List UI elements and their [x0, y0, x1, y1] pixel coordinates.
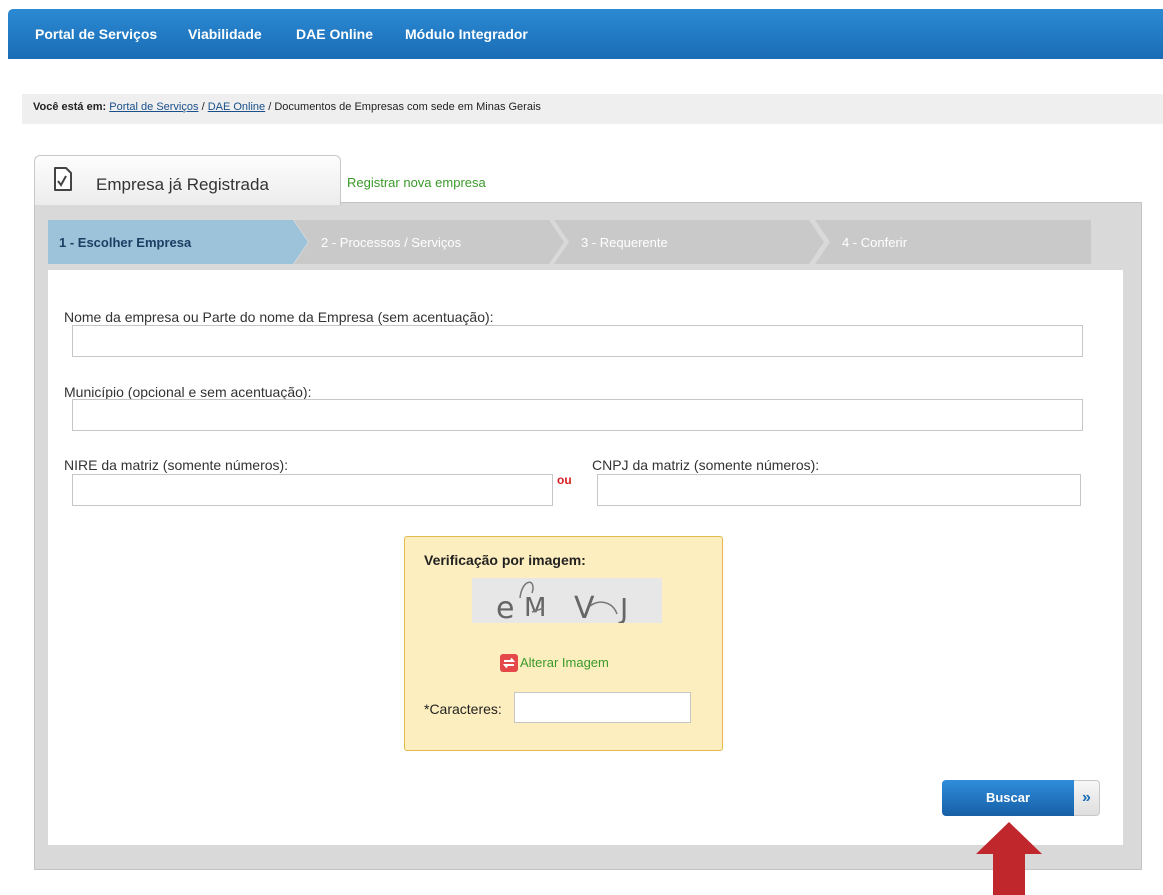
nire-input[interactable]	[72, 474, 553, 506]
company-name-label: Nome da empresa ou Parte do nome da Empr…	[64, 309, 494, 325]
caracteres-input[interactable]	[514, 692, 691, 723]
tab-registrar-nova-empresa[interactable]: Registrar nova empresa	[347, 175, 486, 190]
municipality-input[interactable]	[72, 399, 1083, 431]
captcha-char-3: V	[574, 591, 595, 623]
double-chevron-right-icon[interactable]: »	[1074, 780, 1100, 816]
nav-item-modulo-integrador[interactable]: Módulo Integrador	[405, 26, 528, 42]
refresh-icon[interactable]	[500, 654, 518, 672]
document-check-icon	[54, 167, 72, 191]
captcha-char-1: e	[496, 591, 514, 623]
company-name-input[interactable]	[72, 325, 1083, 357]
breadcrumb-current: / Documentos de Empresas com sede em Min…	[268, 101, 541, 113]
breadcrumb: Você está em: Portal de Serviços / DAE O…	[22, 94, 1163, 124]
step-conferir-label: 4 - Conferir	[842, 235, 908, 250]
or-separator: ou	[557, 473, 572, 487]
step-processos-servicos: 2 - Processos / Serviços	[294, 220, 564, 264]
cnpj-label: CNPJ da matriz (somente números):	[592, 457, 820, 473]
captcha-title: Verificação por imagem:	[424, 552, 586, 568]
breadcrumb-prefix: Você está em:	[33, 101, 107, 113]
breadcrumb-separator: /	[201, 101, 205, 113]
buscar-button[interactable]: Buscar »	[942, 780, 1100, 816]
red-annotation-arrow	[976, 822, 1042, 895]
captcha-char-4: J	[618, 592, 628, 623]
cnpj-input[interactable]	[597, 474, 1081, 506]
step-escolher-empresa-label: 1 - Escolher Empresa	[59, 235, 192, 250]
step-requerente: 3 - Requerente	[554, 220, 824, 264]
top-navigation-bar: Portal de Serviços Viabilidade DAE Onlin…	[8, 9, 1163, 59]
caracteres-label: *Caracteres:	[424, 701, 502, 717]
step-processos-servicos-label: 2 - Processos / Serviços	[321, 235, 462, 250]
captcha-image: e M V J	[472, 578, 662, 626]
buscar-button-label[interactable]: Buscar	[942, 780, 1074, 816]
nav-item-portal-servicos[interactable]: Portal de Serviços	[35, 26, 157, 42]
nav-item-viabilidade[interactable]: Viabilidade	[188, 26, 262, 42]
tab-empresa-registrada[interactable]: Empresa já Registrada	[34, 155, 341, 205]
step-escolher-empresa: 1 - Escolher Empresa	[48, 220, 308, 264]
breadcrumb-link-dae-online[interactable]: DAE Online	[208, 101, 265, 113]
nav-item-dae-online[interactable]: DAE Online	[296, 26, 373, 42]
captcha-distorted-text: e M V J	[496, 581, 628, 626]
tab-empresa-registrada-label: Empresa já Registrada	[96, 175, 269, 194]
breadcrumb-link-portal[interactable]: Portal de Serviços	[109, 101, 198, 113]
step-requerente-label: 3 - Requerente	[581, 235, 668, 250]
step-conferir: 4 - Conferir	[815, 220, 1091, 264]
alterar-imagem-link[interactable]: Alterar Imagem	[520, 655, 609, 670]
nire-label: NIRE da matriz (somente números):	[64, 457, 289, 473]
municipality-label: Município (opcional e sem acentuação):	[64, 384, 312, 400]
